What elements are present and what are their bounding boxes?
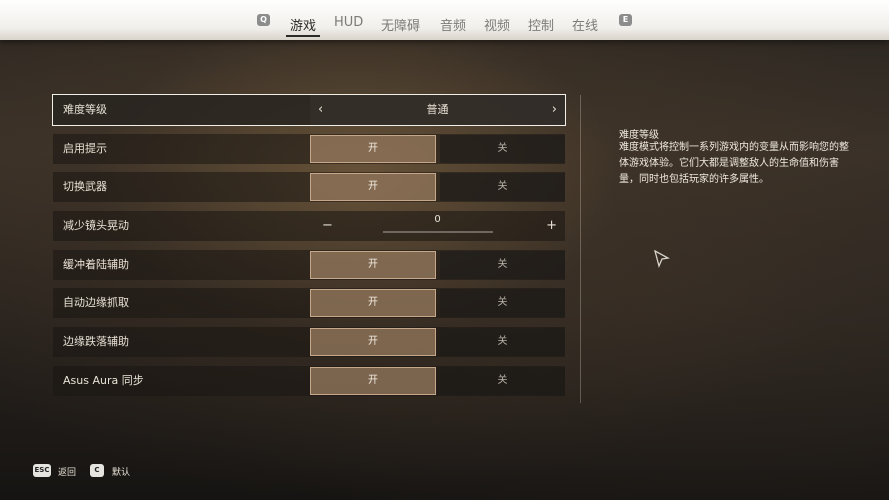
tab-online[interactable]: 在线 <box>572 15 598 35</box>
option-on-button[interactable]: 开 <box>310 328 436 356</box>
esc-key-icon[interactable]: ESC <box>33 464 51 477</box>
e-key-icon[interactable]: E <box>619 14 632 26</box>
setting-label: 启用提示 <box>63 142 107 155</box>
option-on-button[interactable]: 开 <box>310 251 436 279</box>
difficulty-value: 普通 <box>426 103 449 116</box>
default-label[interactable]: 默认 <box>112 465 130 478</box>
setting-label: 切换武器 <box>63 180 107 193</box>
tab-game[interactable]: 游戏 <box>285 15 321 37</box>
option-on-button[interactable]: 开 <box>310 367 436 395</box>
tab-controls[interactable]: 控制 <box>528 15 554 35</box>
slider-track[interactable] <box>383 231 493 233</box>
setting-row-difficulty[interactable]: 难度等级 ‹ 普通 › <box>52 94 566 126</box>
setting-row-hints[interactable]: 启用提示 开 关 <box>53 134 565 164</box>
setting-label: 减少镜头晃动 <box>63 219 129 232</box>
setting-row-ledge-fall[interactable]: 边缘跌落辅助 开 关 <box>53 327 565 357</box>
plus-icon[interactable]: + <box>546 211 557 241</box>
setting-label: 边缘跌落辅助 <box>63 335 129 348</box>
chevron-right-icon[interactable]: › <box>552 95 557 125</box>
back-label[interactable]: 返回 <box>58 465 76 478</box>
setting-label: Asus Aura 同步 <box>63 374 144 387</box>
setting-row-landing-assist[interactable]: 缓冲着陆辅助 开 关 <box>53 250 565 280</box>
camera-shake-slider[interactable]: − 0 + <box>310 211 565 241</box>
option-on-button[interactable]: 开 <box>310 289 436 317</box>
tab-audio[interactable]: 音频 <box>440 15 466 35</box>
slider-value: 0 <box>434 214 441 225</box>
option-off-button[interactable]: 关 <box>440 173 565 201</box>
tab-accessibility[interactable]: 无障碍 <box>381 15 420 35</box>
setting-row-asus-aura[interactable]: Asus Aura 同步 开 关 <box>53 366 565 396</box>
option-off-button[interactable]: 关 <box>440 251 565 279</box>
setting-row-ledge-grab[interactable]: 自动边缘抓取 开 关 <box>53 288 565 318</box>
setting-row-switch-weapon[interactable]: 切换武器 开 关 <box>53 172 565 202</box>
option-on-button[interactable]: 开 <box>310 173 436 201</box>
setting-row-camera-shake[interactable]: 减少镜头晃动 − 0 + <box>53 211 565 241</box>
description-body: 难度模式将控制一系列游戏内的变量从而影响您的整体游戏体验。它们大都是调整敌人的生… <box>619 142 849 185</box>
q-key-icon[interactable]: Q <box>257 14 270 26</box>
option-off-button[interactable]: 关 <box>440 328 565 356</box>
setting-label: 自动边缘抓取 <box>63 296 129 309</box>
difficulty-selector[interactable]: ‹ 普通 › <box>310 95 565 125</box>
tab-video[interactable]: 视频 <box>484 15 510 35</box>
setting-label: 难度等级 <box>63 103 107 116</box>
description-title: 难度等级 <box>619 130 659 141</box>
tab-hud[interactable]: HUD <box>334 15 363 35</box>
option-off-button[interactable]: 关 <box>440 135 565 163</box>
top-tab-bar: Q 游戏 HUD 无障碍 音频 视频 控制 在线 E <box>0 0 889 40</box>
option-off-button[interactable]: 关 <box>440 367 565 395</box>
option-off-button[interactable]: 关 <box>440 289 565 317</box>
mouse-cursor-icon <box>654 250 670 268</box>
c-key-icon[interactable]: C <box>90 464 104 477</box>
panel-divider <box>580 95 581 403</box>
option-on-button[interactable]: 开 <box>310 135 436 163</box>
setting-label: 缓冲着陆辅助 <box>63 258 129 271</box>
